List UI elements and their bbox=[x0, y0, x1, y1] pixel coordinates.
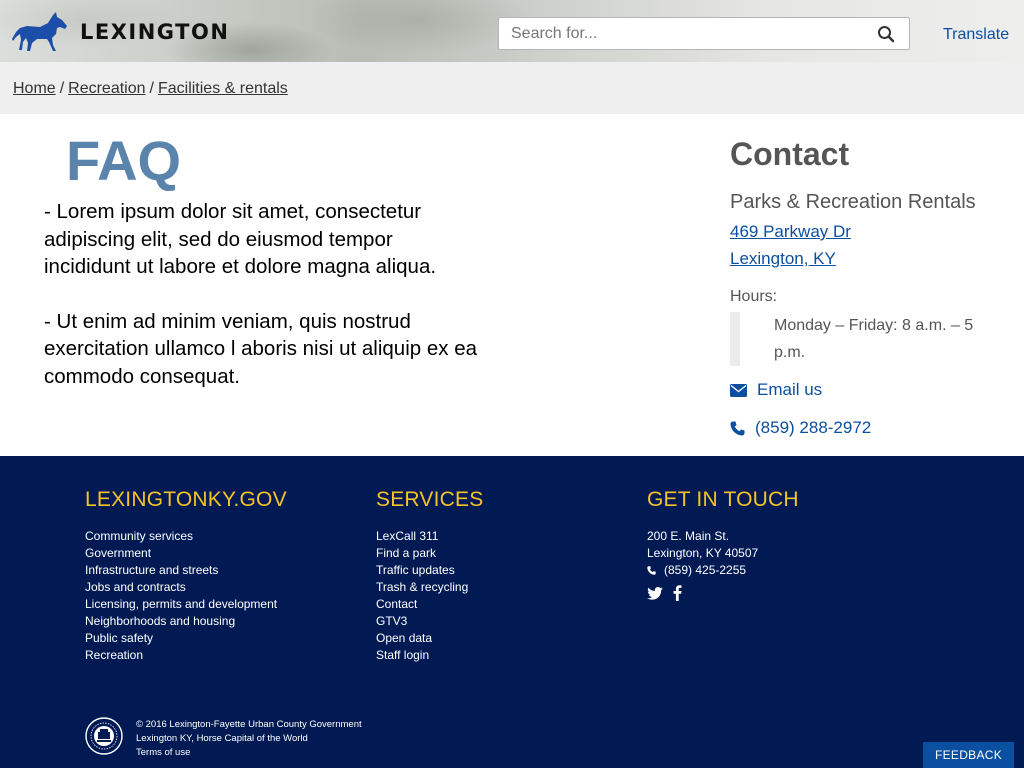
breadcrumb: Home / Recreation / Facilities & rentals bbox=[0, 62, 1024, 114]
footer-address-city: Lexington, KY 40507 bbox=[647, 546, 759, 560]
breadcrumb-separator: / bbox=[59, 80, 65, 97]
footer-link-traffic[interactable]: Traffic updates bbox=[376, 563, 455, 577]
footer-link-open-data[interactable]: Open data bbox=[376, 631, 432, 645]
site-header: LEXINGTON Translate bbox=[0, 0, 1024, 62]
faq-paragraph: - Lorem ipsum dolor sit amet, consectetu… bbox=[44, 200, 437, 278]
footer-link-staff-login[interactable]: Staff login bbox=[376, 648, 429, 662]
copyright: © 2016 Lexington-Fayette Urban County Go… bbox=[136, 718, 362, 760]
footer-link-neighborhoods[interactable]: Neighborhoods and housing bbox=[85, 614, 235, 628]
county-seal-icon bbox=[85, 717, 123, 755]
footer-link-infrastructure[interactable]: Infrastructure and streets bbox=[85, 563, 218, 577]
faq-paragraph: - Ut enim ad minim veniam, quis nostrud … bbox=[44, 309, 478, 388]
search-input[interactable] bbox=[499, 18, 859, 49]
contact-org: Parks & Recreation Rentals bbox=[730, 191, 976, 213]
footer-phone-link[interactable]: (859) 425-2255 bbox=[664, 562, 746, 579]
search-icon[interactable] bbox=[877, 25, 895, 43]
footer-link-find-park[interactable]: Find a park bbox=[376, 546, 436, 560]
footer-phone-row: (859) 425-2255 bbox=[647, 562, 799, 579]
breadcrumb-separator: / bbox=[149, 80, 154, 97]
footer-link-community-services[interactable]: Community services bbox=[85, 529, 193, 543]
footer-link-licensing[interactable]: Licensing, permits and development bbox=[85, 597, 277, 611]
footer-column-get-in-touch: GET IN TOUCH 200 E. Main St. Lexington, … bbox=[647, 488, 799, 601]
phone-link[interactable]: (859) 288-2972 bbox=[755, 418, 871, 438]
breadcrumb-recreation[interactable]: Recreation bbox=[68, 80, 145, 97]
contact-heading: Contact bbox=[730, 136, 850, 172]
logo-text: LEXINGTON bbox=[80, 20, 230, 44]
footer-column-lexingtonky: LEXINGTONKY.GOV Community services Gover… bbox=[85, 488, 287, 664]
translate-link[interactable]: Translate bbox=[943, 26, 1009, 44]
envelope-icon bbox=[730, 383, 747, 397]
twitter-icon[interactable] bbox=[647, 586, 663, 600]
horse-logo-icon bbox=[12, 12, 67, 51]
contact-panel: Contact Parks & Recreation Rentals 469 P… bbox=[730, 136, 1020, 438]
footer-link-contact[interactable]: Contact bbox=[376, 597, 417, 611]
breadcrumb-home[interactable]: Home bbox=[13, 80, 56, 97]
feedback-button[interactable]: FEEDBACK bbox=[923, 742, 1014, 768]
footer-link-trash[interactable]: Trash & recycling bbox=[376, 580, 468, 594]
copyright-line: © 2016 Lexington-Fayette Urban County Go… bbox=[136, 719, 362, 730]
search-box bbox=[498, 17, 910, 50]
facebook-icon[interactable] bbox=[673, 585, 682, 601]
contact-address-city[interactable]: Lexington, KY bbox=[730, 245, 1020, 272]
footer-address-street: 200 E. Main St. bbox=[647, 529, 730, 543]
footer-link-lexcall[interactable]: LexCall 311 bbox=[376, 529, 438, 543]
hours-value: Monday – Friday: 8 a.m. – 5 p.m. bbox=[730, 312, 1000, 366]
hours-label: Hours: bbox=[730, 288, 778, 305]
breadcrumb-facilities[interactable]: Facilities & rentals bbox=[158, 80, 288, 97]
faq-content: - Lorem ipsum dolor sit amet, consectetu… bbox=[44, 198, 484, 417]
footer-link-gtv3[interactable]: GTV3 bbox=[376, 614, 407, 628]
footer-column-services: SERVICES LexCall 311 Find a park Traffic… bbox=[376, 488, 483, 664]
footer-link-jobs[interactable]: Jobs and contracts bbox=[85, 580, 186, 594]
social-links bbox=[647, 585, 799, 601]
site-logo[interactable]: LEXINGTON bbox=[12, 12, 229, 52]
phone-icon bbox=[647, 566, 656, 575]
footer-link-public-safety[interactable]: Public safety bbox=[85, 631, 153, 645]
email-link[interactable]: Email us bbox=[757, 380, 822, 400]
footer-heading: SERVICES bbox=[376, 488, 484, 511]
footer-link-government[interactable]: Government bbox=[85, 546, 151, 560]
footer-heading: GET IN TOUCH bbox=[647, 488, 799, 511]
footer-link-recreation[interactable]: Recreation bbox=[85, 648, 143, 662]
email-row: Email us bbox=[730, 380, 1020, 400]
copyright-tagline: Lexington KY, Horse Capital of the World bbox=[136, 733, 308, 744]
footer-heading: LEXINGTONKY.GOV bbox=[85, 488, 287, 511]
phone-icon bbox=[730, 421, 745, 435]
terms-link[interactable]: Terms of use bbox=[136, 747, 190, 758]
page-title: FAQ bbox=[66, 129, 182, 192]
site-footer: LEXINGTONKY.GOV Community services Gover… bbox=[0, 456, 1024, 768]
phone-row: (859) 288-2972 bbox=[730, 418, 1020, 438]
contact-address-street[interactable]: 469 Parkway Dr bbox=[730, 218, 1020, 245]
